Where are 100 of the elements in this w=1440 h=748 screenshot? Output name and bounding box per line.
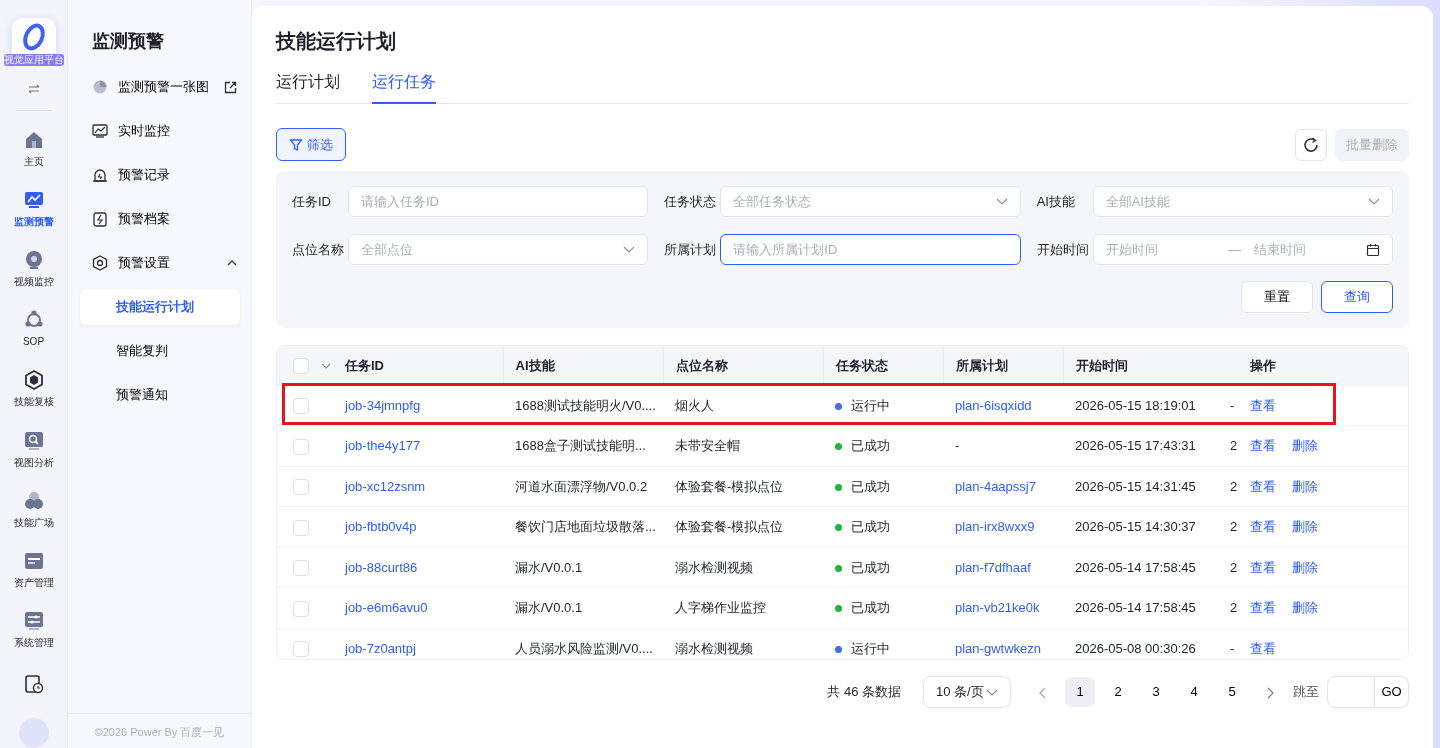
column-header: 操作	[1250, 357, 1276, 373]
row-checkbox[interactable]	[293, 519, 309, 536]
sliders-icon	[22, 609, 45, 632]
plan-link[interactable]: plan-vb21ke0k	[955, 600, 1040, 615]
page-input[interactable]	[1327, 676, 1375, 708]
clipboard-bolt-icon	[92, 211, 108, 227]
page-number[interactable]: 2	[1103, 677, 1133, 707]
chevron-down-icon	[623, 246, 636, 253]
submenu-item[interactable]: 预警记录	[68, 153, 251, 197]
table-cell: 2	[1230, 478, 1238, 494]
task-id-link[interactable]: job-fbtb0v4p	[345, 519, 417, 534]
page-number[interactable]: 4	[1179, 677, 1209, 707]
view-link[interactable]: 查看	[1250, 519, 1276, 534]
row-checkbox[interactable]	[293, 438, 309, 455]
view-link[interactable]: 查看	[1250, 478, 1276, 494]
row-checkbox[interactable]	[293, 398, 309, 415]
view-link[interactable]: 查看	[1250, 438, 1276, 453]
delete-link[interactable]: 删除	[1292, 559, 1318, 575]
rail-nav-item[interactable]: 技能广场	[0, 479, 68, 540]
rail-nav-item[interactable]: SOP	[0, 299, 68, 360]
plan-link[interactable]: plan-6isqxidd	[955, 397, 1032, 413]
status-text: 运行中	[851, 640, 890, 656]
filter-icon	[289, 137, 303, 152]
table-cell: 漏水/V0.0.1	[515, 559, 583, 575]
table-cell: 人员溺水风险监测/V0....	[515, 640, 653, 656]
field-label: 点位名称	[292, 240, 345, 259]
row-checkbox[interactable]	[293, 560, 309, 577]
refresh-icon	[1302, 135, 1320, 154]
submenu-subitem[interactable]: 技能运行计划	[80, 289, 240, 325]
page-number[interactable]: 5	[1217, 677, 1247, 707]
submenu-subitem[interactable]: 智能复判	[80, 333, 240, 369]
task-id-link[interactable]: job-e6m6avu0	[345, 600, 428, 615]
chevron-left-icon	[1038, 686, 1046, 699]
submenu-item[interactable]: 监测预警一张图	[68, 65, 251, 109]
task-id-link[interactable]: job-34jmnpfg	[345, 397, 421, 413]
table-cell: 未带安全帽	[675, 438, 740, 453]
monitor-search-icon	[22, 429, 45, 452]
table-cell: 餐饮门店地面垃圾散落...	[515, 519, 656, 534]
refresh-button[interactable]	[1295, 128, 1327, 161]
rail-nav-item[interactable]: 技能复核	[0, 359, 68, 420]
submenu-item[interactable]: 预警设置	[68, 241, 251, 285]
status-text: 运行中	[851, 397, 890, 413]
select-all-checkbox[interactable]	[293, 358, 309, 375]
delete-link[interactable]: 删除	[1292, 438, 1318, 453]
status-text: 已成功	[851, 438, 890, 453]
page-number[interactable]: 1	[1065, 677, 1095, 707]
go-button[interactable]: GO	[1375, 676, 1409, 708]
table-cell: 2026-05-15 18:19:01	[1075, 397, 1196, 413]
page-size-select[interactable]: 10 条/页	[923, 676, 1011, 708]
query-button[interactable]: 查询	[1321, 281, 1393, 313]
row-checkbox[interactable]	[293, 641, 309, 658]
table-cell: 2	[1230, 559, 1238, 575]
circles-icon	[22, 489, 45, 512]
menu-title: 监测预警	[91, 30, 165, 53]
rail-nav-item[interactable]: 主页	[0, 119, 68, 180]
table-cell: 溺水检测视频	[675, 640, 753, 656]
hexagon-icon	[22, 369, 45, 392]
submenu-subitem[interactable]: 预警通知	[80, 377, 240, 413]
rail-nav-item[interactable]: 系统管理	[0, 599, 68, 660]
view-link[interactable]: 查看	[1250, 559, 1276, 575]
task-id-link[interactable]: job-7z0antpj	[345, 640, 416, 656]
hexagon-settings-icon	[92, 255, 108, 271]
rail-nav-item[interactable]: 监测预警	[0, 179, 68, 240]
rail-nav-item[interactable]: 视频监控	[0, 239, 68, 300]
table-cell: 烟火人	[675, 397, 714, 413]
task-id-link[interactable]: job-88curt86	[345, 559, 418, 575]
submenu-item[interactable]: 预警档案	[68, 197, 251, 241]
task-id-link[interactable]: job-xc12zsnm	[345, 478, 426, 494]
total-count: 共 46 条数据	[827, 683, 901, 702]
filter-button[interactable]: 筛选	[276, 128, 346, 161]
table-cell: 漏水/V0.0.1	[515, 600, 583, 615]
submenu-item[interactable]: 实时监控	[68, 109, 251, 153]
view-link[interactable]: 查看	[1250, 397, 1276, 413]
rail-nav-item[interactable]: 视图分析	[0, 419, 68, 480]
plan-link[interactable]: plan-4aapssj7	[955, 478, 1036, 494]
table-cell: 1688测试技能明火/V0....	[515, 397, 656, 413]
delete-link[interactable]: 删除	[1292, 600, 1318, 615]
plan-link[interactable]: plan-gwtwkezn	[955, 640, 1041, 656]
app-logo[interactable]	[11, 18, 56, 54]
table-cell: 2026-05-15 14:30:37	[1075, 519, 1196, 534]
plan-link[interactable]: plan-irx8wxx9	[955, 519, 1035, 534]
calendar-icon	[1365, 242, 1380, 257]
rail-nav-item[interactable]: 资产管理	[0, 539, 68, 600]
tab[interactable]: 运行任务	[372, 70, 436, 104]
delete-link[interactable]: 删除	[1292, 478, 1318, 494]
table-cell: 2026-05-15 17:43:31	[1075, 438, 1196, 453]
table-cell: 2	[1230, 438, 1238, 453]
view-link[interactable]: 查看	[1250, 640, 1276, 656]
row-checkbox[interactable]	[293, 600, 309, 617]
input-field[interactable]: 请输入所属计划ID	[720, 234, 1021, 265]
delete-link[interactable]: 删除	[1292, 519, 1318, 534]
plan-link[interactable]: plan-f7dfhaaf	[955, 559, 1031, 575]
view-link[interactable]: 查看	[1250, 600, 1276, 615]
reset-button[interactable]: 重置	[1241, 281, 1313, 313]
row-checkbox[interactable]	[293, 479, 309, 496]
task-id-link[interactable]: job-the4y177	[345, 438, 421, 453]
table-cell: 河道水面漂浮物/V0.0.2	[515, 478, 648, 494]
page-number[interactable]: 3	[1141, 677, 1171, 707]
tab[interactable]: 运行计划	[276, 70, 340, 104]
swap-icon	[27, 84, 40, 94]
